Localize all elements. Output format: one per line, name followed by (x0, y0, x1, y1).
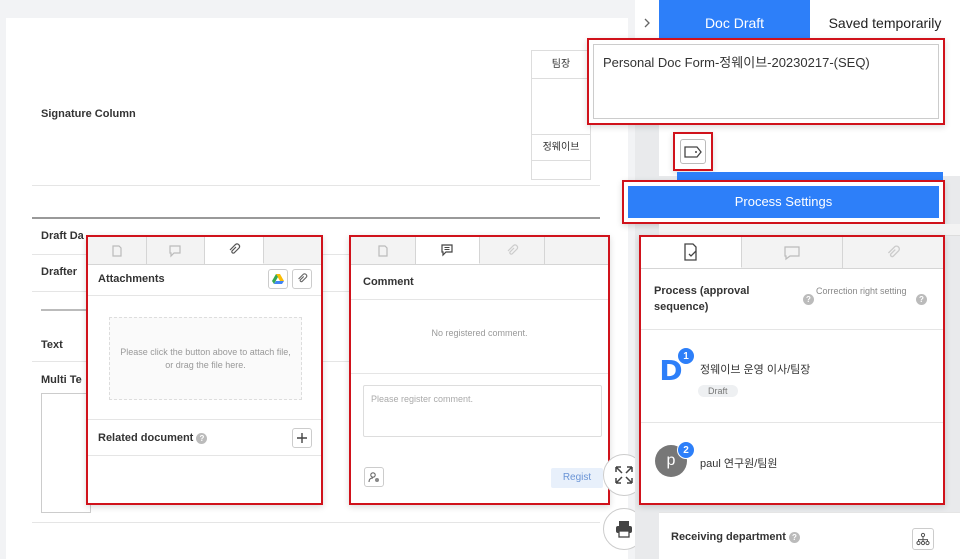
org-chart-icon (916, 532, 930, 546)
document-check-icon (684, 243, 697, 261)
tab-empty (544, 237, 608, 264)
tab-comment[interactable] (742, 237, 843, 268)
tab-process[interactable] (351, 237, 416, 264)
drop-zone-text: Please click the button above to attach … (120, 346, 291, 370)
paperclip-icon (298, 273, 308, 283)
file-drop-zone[interactable]: Please click the button above to attach … (109, 317, 302, 400)
process-panel: Process (approval sequence) ? Correction… (639, 235, 945, 505)
tag-button-frame (673, 132, 713, 171)
help-icon[interactable]: ? (803, 294, 814, 305)
tab-process[interactable] (641, 237, 742, 268)
tab-empty (263, 237, 321, 264)
org-chart-button[interactable] (912, 528, 934, 550)
comment-icon (169, 244, 181, 257)
doc-title-value: Personal Doc Form-정웨이브-20230217-(SEQ) (603, 55, 870, 70)
multi-text-field[interactable] (41, 393, 91, 513)
tab-attachments[interactable] (205, 237, 264, 264)
add-related-document-button[interactable] (292, 428, 312, 448)
comment-tabs (351, 237, 608, 265)
approver-name: paul 연구원/팀원 (700, 458, 778, 470)
signature-column-label: Signature Column (41, 108, 136, 120)
process-settings-frame: Process Settings (622, 180, 945, 224)
divider (32, 185, 600, 186)
tag-icon (684, 145, 702, 158)
signature-role-cell: 팀장 (532, 51, 590, 79)
doc-title-box: Personal Doc Form-정웨이브-20230217-(SEQ) (587, 38, 945, 125)
comment-panel: Comment No registered comment. Please re… (349, 235, 610, 505)
process-settings-button[interactable]: Process Settings (628, 186, 939, 218)
approver-order-badge: 1 (677, 347, 695, 365)
related-document-text: Related document (98, 432, 194, 444)
receiving-department-label: Receiving department ? (671, 531, 800, 543)
attach-file-button[interactable] (292, 269, 312, 289)
attachments-panel: Attachments Please click the button abov… (86, 235, 323, 505)
document-check-icon (378, 244, 388, 257)
signature-table: 팀장 정웨이브 (531, 50, 591, 180)
draft-date-label: Draft Da (41, 230, 84, 242)
google-drive-button[interactable] (268, 269, 288, 289)
approver-name: 정웨이브 운영 이사/팀장 (700, 364, 811, 376)
divider (641, 422, 943, 423)
draft-badge: Draft (698, 385, 738, 397)
doc-title-input[interactable]: Personal Doc Form-정웨이브-20230217-(SEQ) (593, 44, 939, 119)
process-title-text: Process (approval sequence) (654, 285, 750, 313)
no-comment-text: No registered comment. (431, 328, 528, 338)
help-icon[interactable]: ? (196, 432, 208, 444)
process-tabs (641, 237, 943, 269)
attachments-tabs (88, 237, 321, 265)
comment-icon (784, 245, 800, 260)
help-icon[interactable]: ? (788, 531, 800, 543)
tab-comment[interactable] (146, 237, 205, 264)
related-document-label: Related document ? (98, 432, 208, 444)
divider (351, 299, 608, 300)
signature-stamp-cell (532, 79, 590, 135)
divider (351, 373, 608, 374)
tag-button[interactable] (680, 139, 706, 164)
paperclip-icon (507, 243, 518, 255)
divider (641, 329, 943, 330)
divider (88, 455, 321, 456)
drafter-label: Drafter (41, 266, 78, 278)
paperclip-icon (229, 243, 240, 254)
printer-icon (616, 521, 632, 538)
regist-button[interactable]: Regist (551, 468, 603, 488)
expand-icon (615, 466, 633, 484)
avatar-letter: p (666, 452, 676, 469)
tab-process[interactable] (88, 237, 147, 264)
help-icon[interactable]: ? (916, 294, 927, 305)
google-drive-icon (272, 274, 284, 284)
multi-text-label: Multi Te (41, 374, 82, 386)
paperclip-icon (887, 244, 900, 257)
chevron-right-icon (644, 18, 650, 28)
correction-right-label: Correction right setting (816, 286, 907, 296)
divider (88, 419, 321, 420)
divider (88, 295, 321, 296)
comment-icon (441, 244, 453, 257)
approver-order-badge: 2 (677, 441, 695, 459)
document-check-icon (112, 244, 122, 257)
tab-attachments[interactable] (843, 237, 943, 268)
tab-attachments[interactable] (480, 237, 545, 264)
comment-input[interactable]: Please register comment. (363, 385, 602, 437)
text-label: Text (41, 339, 63, 351)
tab-comment[interactable] (415, 237, 480, 264)
attachments-title: Attachments (98, 273, 165, 285)
process-title: Process (approval sequence) (654, 283, 804, 315)
signature-name-cell: 정웨이브 (532, 135, 590, 161)
user-settings-icon (368, 472, 379, 483)
mention-user-button[interactable] (364, 467, 384, 487)
divider (32, 522, 600, 523)
divider (32, 217, 600, 219)
comment-title: Comment (363, 276, 414, 288)
comment-input-placeholder: Please register comment. (371, 394, 474, 404)
plus-icon (297, 433, 307, 443)
receiving-department-text: Receiving department (671, 531, 786, 543)
